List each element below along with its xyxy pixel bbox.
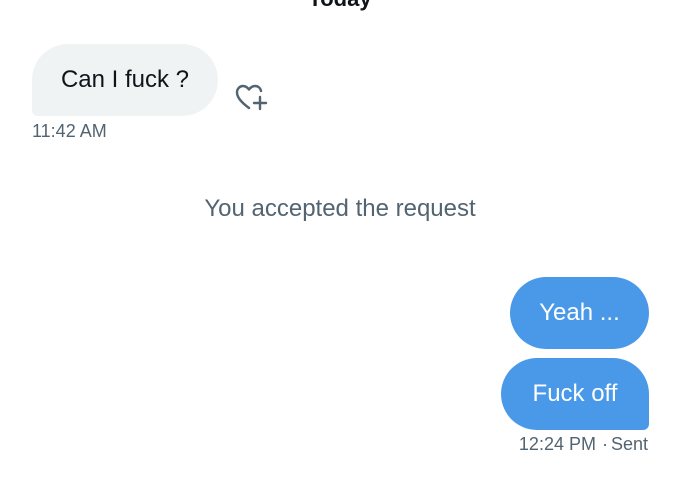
message-text: Can I fuck ?: [60, 66, 190, 93]
meta-separator: ·: [601, 434, 608, 454]
sent-message-bubble[interactable]: Fuck off: [501, 358, 649, 430]
received-message-bubble[interactable]: Can I fuck ?: [32, 44, 218, 116]
react-button[interactable]: [232, 80, 270, 114]
heart-plus-icon: [235, 84, 268, 111]
sent-message-bubble[interactable]: Yeah ...: [510, 277, 649, 349]
received-message-time: 11:42 AM: [32, 121, 107, 141]
request-accepted-notice: You accepted the request: [204, 195, 476, 222]
message-text: Yeah ...: [539, 299, 620, 326]
sent-status: Sent: [610, 434, 648, 454]
sent-message-meta: 12:24 PM · Sent: [519, 434, 648, 455]
message-text: Fuck off: [532, 380, 618, 407]
sent-message-time: 12:24 PM: [518, 434, 596, 454]
date-header: Today: [0, 0, 680, 12]
